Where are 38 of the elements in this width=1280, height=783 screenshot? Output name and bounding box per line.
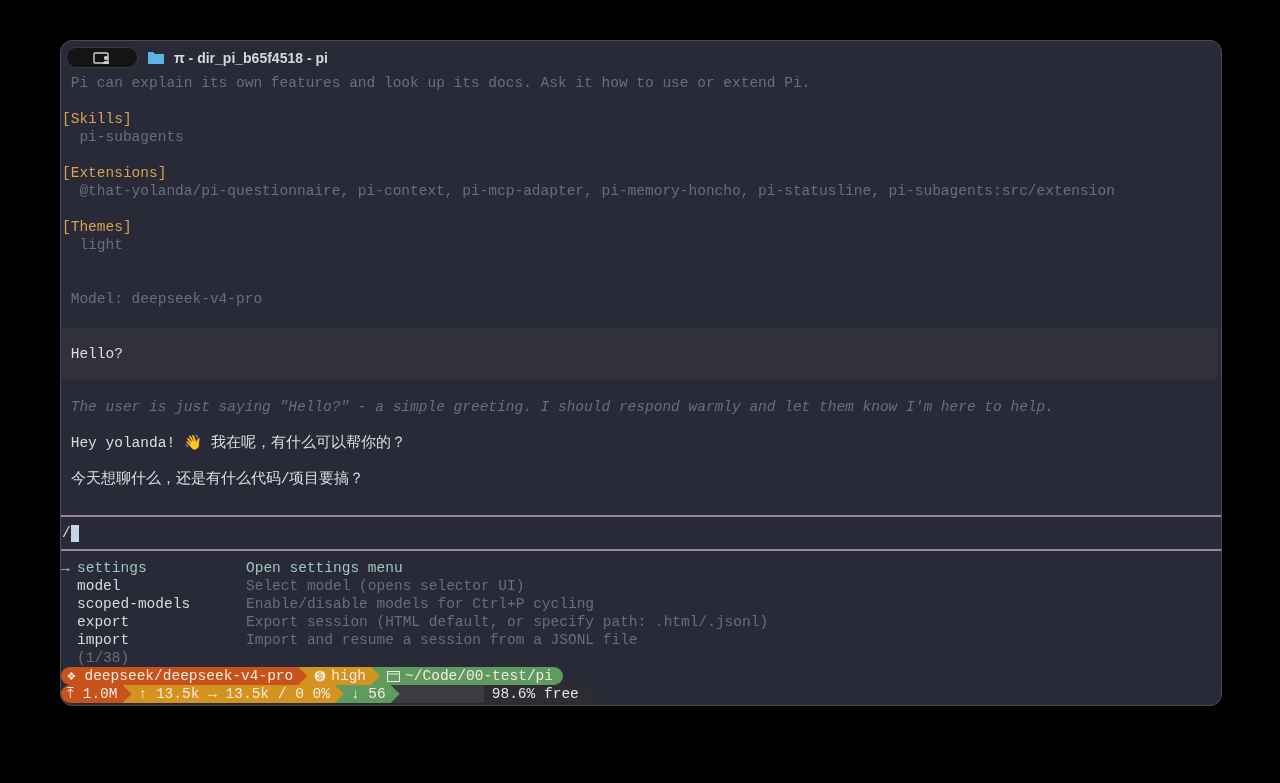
assistant-text: Hey yolanda! 👋 我在呢，有什么可以帮你的？ [69, 434, 407, 452]
command-name[interactable]: model [77, 577, 246, 595]
model-text: Model: deepseek-v4-pro [69, 290, 264, 308]
command-name[interactable]: import [77, 631, 246, 649]
command-name[interactable]: settings [77, 559, 246, 577]
command-description: Select model (opens selector UI) [246, 577, 526, 595]
status-segment: ❖ deepseek/deepseek-v4-pro [61, 667, 308, 685]
path-text: ~/Code/00-test/pi [405, 667, 553, 685]
section-text: @that-yolanda/pi-questionnaire, pi-context, pi-mcp-adapter, pi-memory-honcho, pi-statusline, pi-subagents:src/extension [78, 182, 1116, 200]
prompt-input[interactable]: / [61, 517, 1221, 549]
folder-icon [148, 51, 164, 64]
section-heading: [Themes] [62, 218, 133, 236]
command-description: Import and resume a session from a JSONL file [246, 631, 639, 649]
command-name[interactable]: export [77, 613, 246, 631]
screen-user-icon [93, 51, 111, 64]
window-title: π - dir_pi_b65f4518 - pi [174, 49, 328, 66]
status-segment: ↑ 13.5k → 13.5k / 0 0% [122, 685, 344, 703]
section-heading: [Extensions] [62, 164, 168, 182]
info-text: Pi can explain its own features and look up its docs. Ask it how to use or extend Pi. [69, 74, 812, 92]
thinking-text: The user is just saying "Hello?" - a simple greeting. I should respond warmly and let them know I'm here to help. [69, 398, 1055, 416]
section-text: light [78, 236, 124, 254]
context-segment: 98.6% free [390, 685, 595, 703]
command-description: Export session (HTML default, or specify path: .html/.jsonl) [246, 613, 770, 631]
display-button[interactable] [66, 47, 138, 68]
selection-arrow: → [61, 559, 71, 577]
window-icon [387, 670, 401, 682]
command-description: Enable/disable models for Ctrl+P cycling [246, 595, 596, 613]
assistant-text: 今天想聊什么，还是有什么代码/项目要搞？ [69, 470, 366, 488]
command-description: Open settings menu [246, 559, 404, 577]
command-name[interactable]: scoped-models [77, 595, 246, 613]
text-cursor [70, 524, 79, 542]
status-segment: ⤒ 1.0M [61, 685, 132, 703]
section-heading: [Skills] [62, 110, 133, 128]
command-count: (1/38) [77, 649, 131, 667]
thinking-level: high [331, 667, 367, 685]
user-message: Hello? [62, 328, 1217, 380]
brain-icon [314, 670, 327, 682]
section-text: pi-subagents [78, 128, 185, 146]
